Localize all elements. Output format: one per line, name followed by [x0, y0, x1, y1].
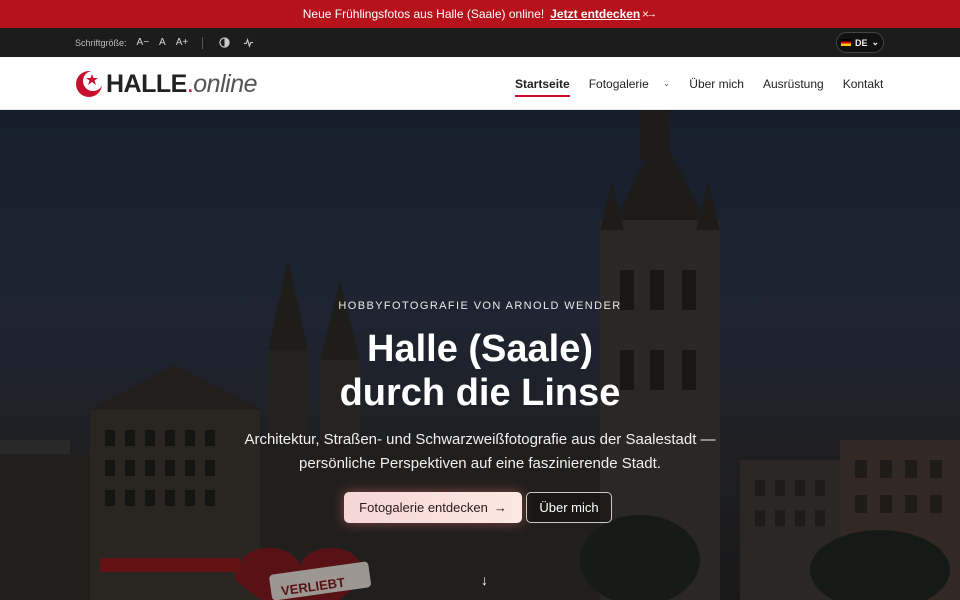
logo-crescent-icon [76, 71, 103, 97]
announcement-link[interactable]: Jetzt entdecken [550, 7, 640, 21]
contrast-icon[interactable] [217, 36, 231, 50]
language-selector[interactable]: DE ⌄ [836, 32, 884, 53]
logo-suffix-text: online [193, 69, 258, 98]
main-nav: Startseite Fotogalerie ⌄ Über mich Ausrü… [515, 57, 902, 110]
announcement-text: Neue Frühlingsfotos aus Halle (Saale) on… [302, 7, 545, 21]
announcement-bar: Neue Frühlingsfotos aus Halle (Saale) on… [0, 0, 960, 28]
hero-title-line-1: Halle (Saale) [367, 328, 593, 370]
font-normal-button[interactable]: A [159, 37, 166, 48]
nav-item-ausruestung[interactable]: Ausrüstung [763, 77, 824, 91]
utility-bar: Schriftgröße: A− A A+ DE ⌄ [0, 28, 960, 57]
about-cta-button[interactable]: Über mich [526, 492, 612, 523]
font-size-label: Schriftgröße: [75, 37, 127, 48]
hero-title-line-2: durch die Linse [339, 372, 621, 414]
logo-main-text: HALLE [106, 69, 187, 98]
gallery-cta-button[interactable]: Fotogalerie entdecken → [344, 492, 522, 523]
site-logo[interactable]: HALLE.online [74, 68, 258, 100]
hero-eyebrow: HOBBYFOTOGRAFIE VON ARNOLD WENDER [338, 300, 622, 312]
chevron-down-icon: ⌄ [871, 37, 880, 47]
pulse-icon[interactable] [241, 36, 255, 50]
nav-item-fotogalerie[interactable]: Fotogalerie ⌄ [589, 77, 671, 91]
hero-subtitle-line-1: Architektur, Straßen- und Schwarzweißfot… [244, 431, 716, 448]
nav-item-ueber-mich[interactable]: Über mich [689, 77, 744, 91]
arrow-right-icon: → [493, 500, 507, 515]
font-smaller-button[interactable]: A− [137, 37, 150, 48]
scroll-down-icon[interactable]: ↓ [481, 572, 495, 588]
hero-section: VERLIEBT HOBBYFOTOGRAFIE VON ARNOLD WEND… [0, 110, 960, 600]
chevron-down-icon: ⌄ [662, 78, 671, 88]
nav-item-kontakt[interactable]: Kontakt [843, 77, 884, 91]
language-code: DE [854, 37, 868, 48]
nav-item-startseite[interactable]: Startseite [515, 77, 570, 97]
nav-item-label: Fotogalerie [588, 76, 649, 91]
divider [202, 36, 204, 49]
font-larger-button[interactable]: A+ [176, 37, 189, 48]
logo-wordmark: HALLE.online [106, 69, 258, 99]
german-flag-icon [840, 39, 851, 46]
close-icon[interactable]: × [642, 7, 649, 21]
site-header: HALLE.online Startseite Fotogalerie ⌄ Üb… [0, 57, 960, 110]
hero-subtitle-line-2: persönliche Perspektiven auf eine faszin… [299, 455, 661, 472]
gallery-cta-label: Fotogalerie entdecken [359, 500, 488, 515]
